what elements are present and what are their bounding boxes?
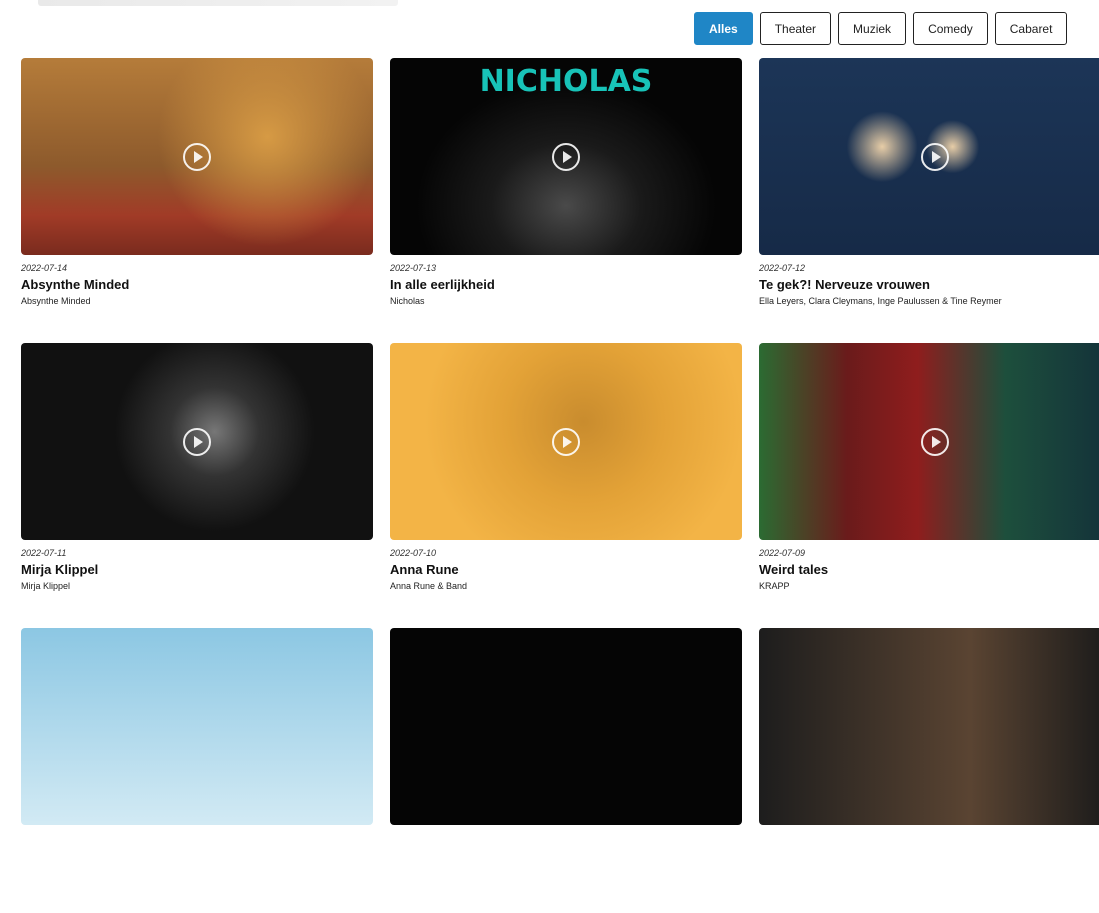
video-card[interactable]: NICHOLAS 2022-07-13 In alle eerlijkheid … xyxy=(390,58,742,343)
video-thumbnail[interactable] xyxy=(21,628,373,825)
video-card[interactable]: 2022-07-12 Te gek?! Nerveuze vrouwen Ell… xyxy=(759,58,1099,343)
video-thumbnail[interactable] xyxy=(390,628,742,825)
filter-muziek[interactable]: Muziek xyxy=(838,12,907,45)
play-circle-icon[interactable] xyxy=(921,142,949,171)
video-date: 2022-07-14 xyxy=(21,263,68,273)
video-subtitle: Nicholas xyxy=(390,296,425,306)
video-thumbnail[interactable] xyxy=(21,58,373,255)
video-subtitle: Anna Rune & Band xyxy=(390,581,468,591)
video-card[interactable]: 2022-07-11 Mirja Klippel Mirja Klippel xyxy=(21,343,373,628)
video-subtitle: Mirja Klippel xyxy=(21,581,71,591)
video-grid: 2022-07-14 Absynthe Minded Absynthe Mind… xyxy=(21,58,1099,913)
video-title[interactable]: Absynthe Minded xyxy=(21,277,373,292)
play-circle-icon[interactable] xyxy=(183,427,211,456)
video-date: 2022-07-12 xyxy=(759,263,806,273)
play-circle-icon[interactable] xyxy=(552,142,580,171)
play-circle-icon[interactable] xyxy=(552,427,580,456)
video-title[interactable]: Mirja Klippel xyxy=(21,562,373,577)
video-date: 2022-07-10 xyxy=(390,548,437,558)
video-thumbnail[interactable] xyxy=(21,343,373,540)
video-card-partial[interactable] xyxy=(759,628,1099,913)
video-card[interactable]: 2022-07-09 Weird tales KRAPP xyxy=(759,343,1099,628)
play-circle-icon[interactable] xyxy=(183,142,211,171)
video-title[interactable]: Te gek?! Nerveuze vrouwen xyxy=(759,277,1099,292)
video-subtitle: Absynthe Minded xyxy=(21,296,91,306)
video-date: 2022-07-09 xyxy=(759,548,806,558)
video-date: 2022-07-13 xyxy=(390,263,437,273)
video-date: 2022-07-11 xyxy=(21,548,67,558)
play-circle-icon[interactable] xyxy=(921,427,949,456)
faded-heading xyxy=(38,0,398,6)
video-thumbnail[interactable] xyxy=(759,628,1099,825)
filter-theater[interactable]: Theater xyxy=(759,12,832,45)
video-title[interactable]: Anna Rune xyxy=(390,562,742,577)
video-card[interactable]: 2022-07-14 Absynthe Minded Absynthe Mind… xyxy=(21,58,373,343)
video-thumbnail[interactable] xyxy=(759,58,1099,255)
video-subtitle: Ella Leyers, Clara Cleymans, Inge Paulus… xyxy=(759,296,1002,306)
video-title[interactable]: In alle eerlijkheid xyxy=(390,277,742,292)
video-card-partial[interactable] xyxy=(21,628,373,913)
video-thumbnail[interactable] xyxy=(390,343,742,540)
filter-alles[interactable]: Alles xyxy=(694,12,753,45)
video-title[interactable]: Weird tales xyxy=(759,562,1099,577)
video-thumbnail[interactable]: NICHOLAS xyxy=(390,58,742,255)
video-thumbnail[interactable] xyxy=(759,343,1099,540)
video-subtitle: KRAPP xyxy=(759,581,790,591)
video-card[interactable]: 2022-07-10 Anna Rune Anna Rune & Band xyxy=(390,343,742,628)
video-card-partial[interactable] xyxy=(390,628,742,913)
filter-comedy[interactable]: Comedy xyxy=(913,12,988,45)
category-filters: Alles Theater Muziek Comedy Cabaret xyxy=(694,12,1068,45)
filter-cabaret[interactable]: Cabaret xyxy=(994,12,1068,45)
thumbnail-title-text: NICHOLAS xyxy=(479,64,653,99)
